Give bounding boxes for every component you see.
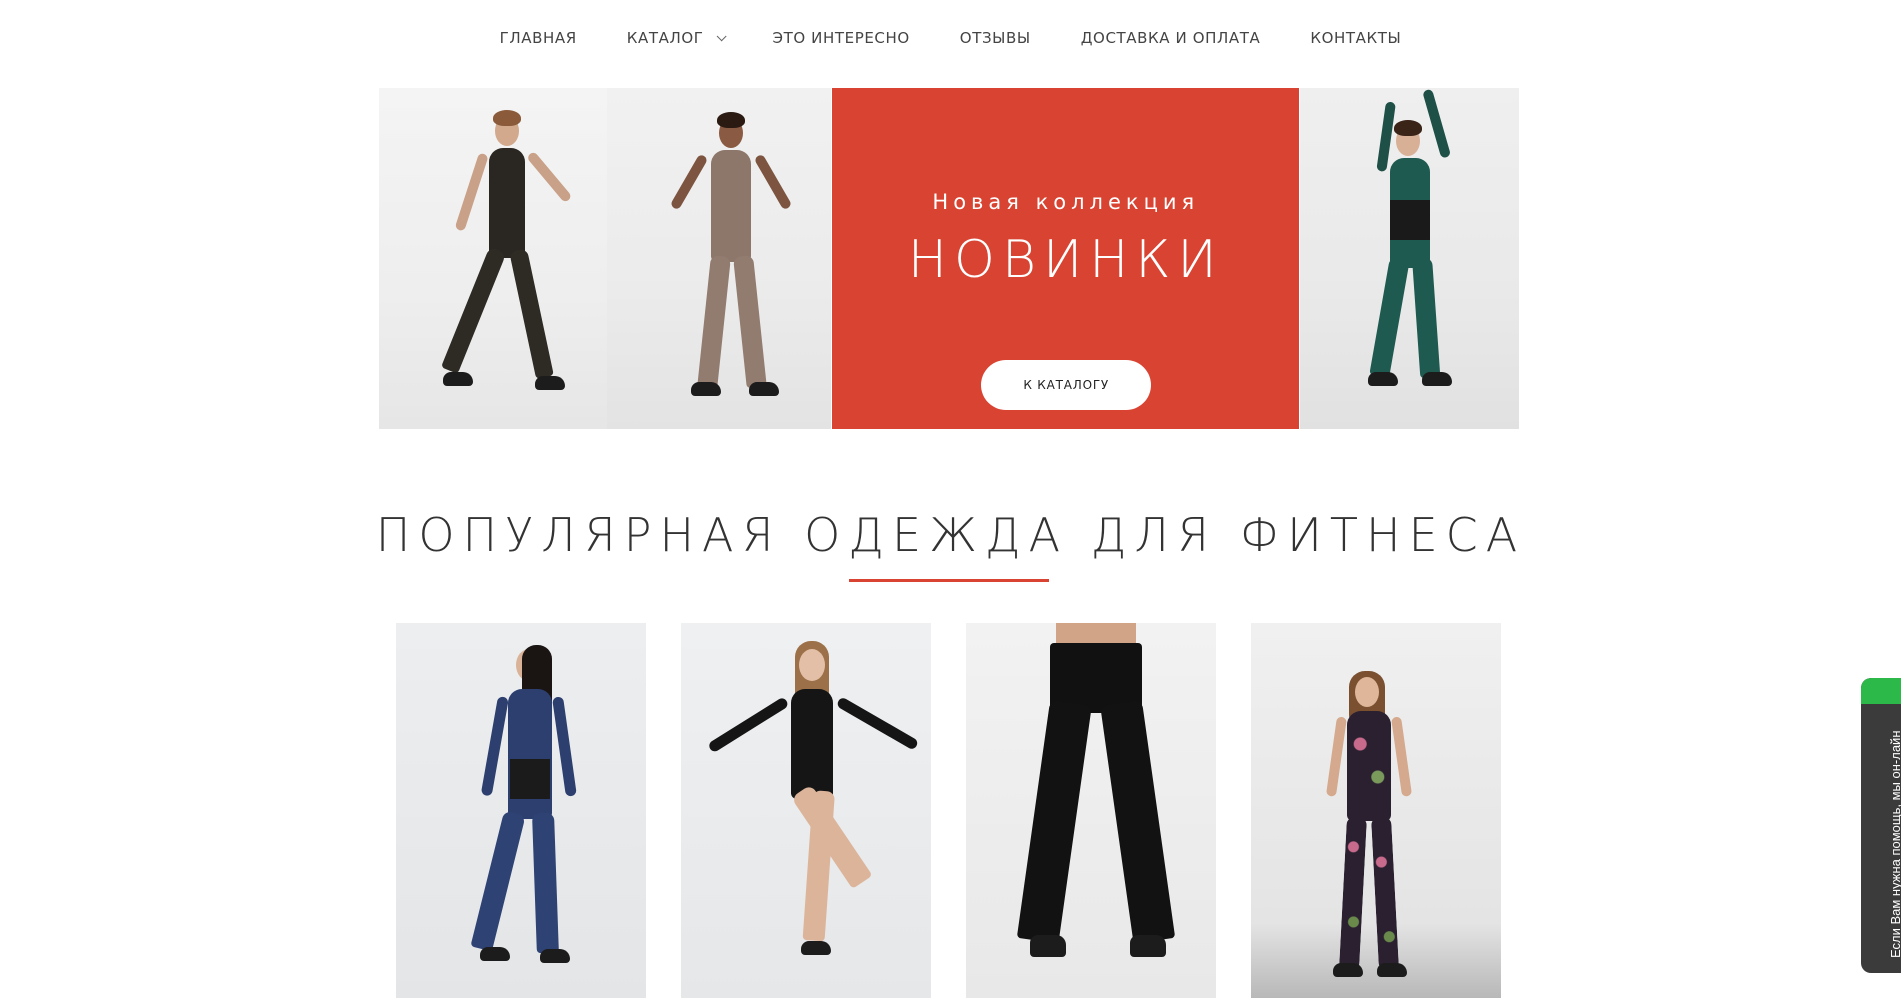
nav-item-delivery[interactable]: ДОСТАВКА И ОПЛАТА <box>1056 26 1286 50</box>
nav-item-label: ГЛАВНАЯ <box>499 29 577 47</box>
chevron-down-icon <box>716 30 727 41</box>
nav-item-label: ЭТО ИНТЕРЕСНО <box>772 29 910 47</box>
nav-item-label: КАТАЛОГ <box>626 29 704 47</box>
waist-band <box>1390 200 1431 240</box>
hero-photo-model-green[interactable] <box>1300 88 1519 429</box>
nav-item-contacts[interactable]: КОНТАКТЫ <box>1285 26 1426 50</box>
product-grid <box>396 623 1501 998</box>
hero-banner: Новая коллекция НОВИНКИ К КАТАЛОГУ <box>379 88 1519 429</box>
product-card[interactable] <box>966 623 1216 998</box>
online-status-indicator <box>1861 678 1901 704</box>
nav-item-label: ДОСТАВКА И ОПЛАТА <box>1080 29 1261 47</box>
waist-band <box>510 759 550 799</box>
chat-widget-label: Если Вам нужна помощь, мы он-лайн <box>1888 730 1901 959</box>
hero-photo-model-taupe[interactable] <box>606 88 832 429</box>
page: ГЛАВНАЯ КАТАЛОГ ЭТО ИНТЕРЕСНО ОТЗЫВЫ ДОС… <box>0 0 1901 1003</box>
product-card[interactable] <box>1251 623 1501 998</box>
nav-item-label: КОНТАКТЫ <box>1310 29 1402 47</box>
product-card[interactable] <box>681 623 931 998</box>
nav-item-interesting[interactable]: ЭТО ИНТЕРЕСНО <box>748 26 935 50</box>
hero-subtitle: Новая коллекция <box>932 190 1200 214</box>
section-title-underline <box>849 579 1049 582</box>
hero-title: НОВИНКИ <box>907 230 1224 290</box>
nav-item-reviews[interactable]: ОТЗЫВЫ <box>935 26 1056 50</box>
nav-item-catalog[interactable]: КАТАЛОГ <box>602 26 748 50</box>
main-nav: ГЛАВНАЯ КАТАЛОГ ЭТО ИНТЕРЕСНО ОТЗЫВЫ ДОС… <box>0 26 1901 50</box>
to-catalog-button[interactable]: К КАТАЛОГУ <box>981 360 1152 410</box>
section-title: ПОПУЛЯРНАЯ ОДЕЖДА ДЛЯ ФИТНЕСА <box>375 508 1526 562</box>
nav-item-home[interactable]: ГЛАВНАЯ <box>475 26 602 50</box>
hero-promo-block: Новая коллекция НОВИНКИ К КАТАЛОГУ <box>832 88 1300 429</box>
hero-photo-model-black[interactable] <box>379 88 607 429</box>
nav-item-label: ОТЗЫВЫ <box>959 29 1031 47</box>
online-chat-widget[interactable]: Если Вам нужна помощь, мы он-лайн <box>1861 678 1901 973</box>
product-card[interactable] <box>396 623 646 998</box>
